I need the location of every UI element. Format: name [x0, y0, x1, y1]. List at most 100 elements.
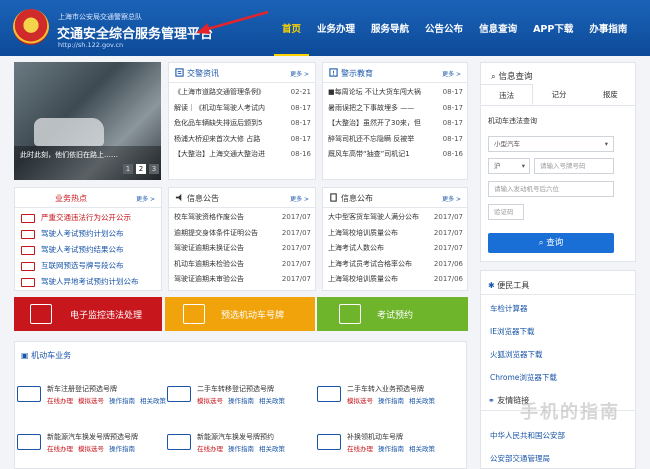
car-icon: ▣: [21, 351, 29, 360]
slider-pager: 1 2 3 4: [123, 164, 161, 174]
vehicle-type-select[interactable]: 小型汽车 ▾: [488, 136, 614, 152]
annotation-arrow-icon: [196, 10, 269, 34]
warning-more[interactable]: 更多 >: [442, 69, 461, 78]
speaker-icon: [175, 193, 182, 202]
notice-panel: 信息公告 更多 > 校车驾驶资格作废公告 2017/07 逾期提交身体条件证明公告…: [168, 187, 316, 291]
list-item[interactable]: 醉驾司机还不忘隐瞒 反被举 08-17: [323, 132, 467, 148]
list-item[interactable]: 大中型客货车驾驶人满分公布 2017/07: [323, 210, 467, 226]
notice-more[interactable]: 更多 >: [290, 194, 309, 203]
site-url: http://sh.122.gov.cn: [58, 41, 124, 49]
search-icon: ⌕: [538, 238, 544, 248]
tool-item[interactable]: 车检计算器: [490, 303, 528, 314]
news-icon: [175, 68, 184, 77]
list-item[interactable]: 驾驶证逾期未审验公告 2017/07: [169, 272, 315, 288]
list-item[interactable]: 驾驶证逾期未换证公告 2017/07: [169, 241, 315, 257]
nav-app[interactable]: APP下载: [525, 0, 581, 56]
warning-icon: [329, 68, 338, 77]
calendar-icon: [339, 304, 361, 324]
service-icon: [317, 386, 341, 402]
service-icon: [167, 386, 191, 402]
list-item[interactable]: ■每周论坛 不让大货车闯大祸 08-17: [323, 85, 467, 101]
plate-icon: [183, 304, 205, 324]
org-name: 上海市公安局交通警察总队: [58, 13, 142, 21]
warning-title: 警示教育: [341, 69, 373, 78]
query-button[interactable]: ⌕ 查询: [488, 233, 614, 253]
police-emblem-icon: [13, 9, 49, 45]
list-item[interactable]: 上海考试人数公布 2017/07: [323, 241, 467, 257]
item-icon: [21, 230, 35, 239]
site-header: 上海市公安局交通警察总队 交通安全综合服务管理平台 http://sh.122.…: [0, 0, 650, 56]
list-item[interactable]: 上海考试员考试合格率公布 2017/06: [323, 257, 467, 273]
police-news-more[interactable]: 更多 >: [290, 69, 309, 78]
tool-item[interactable]: IE浏览器下载: [490, 326, 534, 337]
tool-item[interactable]: 火狐浏览器下载: [490, 349, 543, 360]
tool-item[interactable]: Chrome浏览器下载: [490, 372, 557, 383]
slider-page-1[interactable]: 1: [123, 164, 133, 174]
slider-caption[interactable]: 此时此刻，他们依旧在路上……: [20, 150, 118, 160]
chevron-down-icon: ▾: [521, 162, 525, 170]
list-item[interactable]: 【大整治】上海交通大整治进 08-16: [169, 147, 315, 163]
plate-number-input[interactable]: 请输入号牌号码: [534, 158, 614, 174]
nav-service[interactable]: 服务导航: [363, 0, 417, 56]
list-item[interactable]: 《上海市道路交通管理条例》 02-21: [169, 85, 315, 101]
list-item[interactable]: 厩风车高带“抽查”司机记1 08-16: [323, 147, 467, 163]
banner-plate[interactable]: 预选机动车号牌: [165, 297, 315, 331]
service-icon: [167, 434, 191, 450]
search-icon: ⌕: [491, 72, 496, 82]
nav-guide[interactable]: 办事指南: [581, 0, 635, 56]
link-icon: ⚭: [488, 396, 495, 405]
warning-panel: 警示教育 更多 > ■每周论坛 不让大货车闯大祸 08-17 暑雨误把之下事故埋多…: [322, 62, 468, 180]
document-icon: [330, 193, 337, 202]
notice-title: 信息公告: [187, 194, 219, 203]
nav-home[interactable]: 首页: [274, 0, 310, 56]
slider-image: [34, 118, 104, 146]
nav-query[interactable]: 信息查询: [471, 0, 525, 56]
tab-violation[interactable]: 违法: [480, 84, 534, 105]
list-item[interactable]: 杨浦大桥迎来首次大修 占路 08-17: [169, 132, 315, 148]
police-news-title: 交警资讯: [187, 69, 219, 78]
banner-exam[interactable]: 考试预约: [317, 297, 468, 331]
list-item[interactable]: 危化品车辆缺失排运后颁到5 08-17: [169, 116, 315, 132]
banner-violation[interactable]: 电子监控违法处理: [14, 297, 162, 331]
service-icon: [17, 386, 41, 402]
province-select[interactable]: 沪 ▾: [488, 158, 530, 174]
list-item[interactable]: 逾期提交身体条件证明公告 2017/07: [169, 226, 315, 242]
police-news-panel: 交警资讯 更多 > 《上海市道路交通管理条例》 02-21 解读｜《机动车驾驶人考…: [168, 62, 316, 180]
item-icon: [21, 262, 35, 271]
list-item[interactable]: 上海驾校培训质量公布 2017/07: [323, 226, 467, 242]
tab-points[interactable]: 记分: [533, 84, 584, 105]
nav-announcement[interactable]: 公告公布: [417, 0, 471, 56]
tools-title: 便民工具: [497, 281, 530, 290]
hot-more[interactable]: 更多 >: [136, 194, 155, 203]
hot-title: 业务热点: [55, 194, 87, 203]
news-slider[interactable]: 此时此刻，他们依旧在路上…… 1 2 3 4: [14, 62, 161, 180]
nav-business[interactable]: 业务办理: [309, 0, 363, 56]
publish-panel: 信息公布 更多 > 大中型客货车驾驶人满分公布 2017/07 上海驾校培训质量公…: [322, 187, 468, 291]
captcha-input[interactable]: 验证码: [488, 204, 524, 220]
engine-number-input[interactable]: 请输入发动机号后六位: [488, 181, 614, 197]
list-item[interactable]: 暑雨误把之下事故埋多 —— 08-17: [323, 101, 467, 117]
query-title: 信息查询: [498, 72, 533, 82]
list-item[interactable]: 解读｜《机动车驾驶人考试内 08-17: [169, 101, 315, 117]
query-section-title: 机动车违法查询: [488, 117, 537, 125]
watermark: 手机的指南: [520, 402, 620, 423]
list-item[interactable]: 上海驾校培训质量公布 2017/06: [323, 272, 467, 288]
services-title: 机动车业务: [31, 351, 72, 360]
list-item[interactable]: 机动车逾期未检验公告 2017/07: [169, 257, 315, 273]
slider-page-2[interactable]: 2: [136, 164, 146, 174]
tab-scrap[interactable]: 报废: [585, 84, 636, 105]
list-item[interactable]: 【大整治】虽然开了30来，但 08-17: [323, 116, 467, 132]
list-item[interactable]: 校车驾驶资格作废公告 2017/07: [169, 210, 315, 226]
service-icon: [17, 434, 41, 450]
slider-page-3[interactable]: 3: [149, 164, 159, 174]
link-item[interactable]: 公安部交通管理局: [490, 453, 550, 464]
camera-icon: [30, 304, 52, 324]
item-icon: [21, 246, 35, 255]
service-icon: [317, 434, 341, 450]
chevron-down-icon: ▾: [604, 140, 608, 148]
publish-title: 信息公布: [341, 194, 373, 203]
link-item[interactable]: 中华人民共和国公安部: [490, 430, 565, 441]
publish-more[interactable]: 更多 >: [442, 194, 461, 203]
item-icon: [21, 278, 35, 287]
tools-icon: ✱: [488, 281, 495, 290]
